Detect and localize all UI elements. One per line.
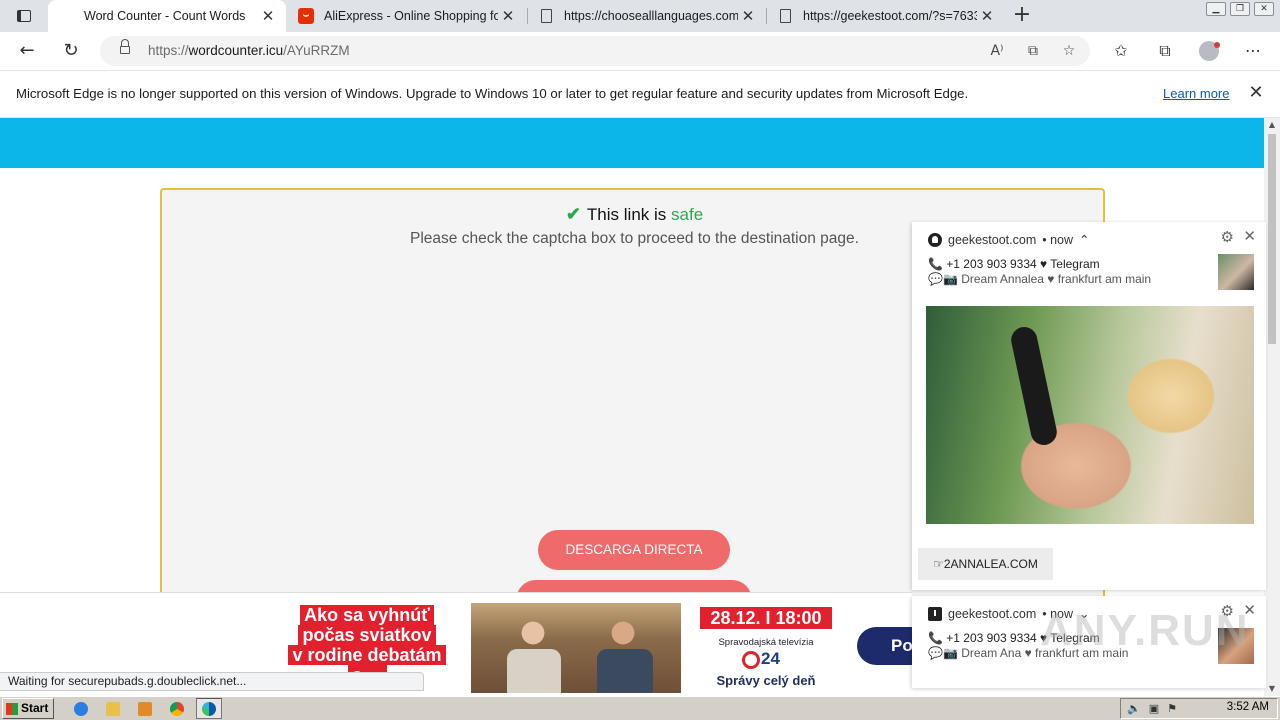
lock-icon[interactable] bbox=[120, 39, 130, 56]
infobar-message: Microsoft Edge is no longer supported on… bbox=[16, 86, 969, 101]
notification-thumbnail bbox=[1218, 254, 1254, 290]
notification-image[interactable] bbox=[926, 306, 1254, 524]
tab-close-icon[interactable]: ✕ bbox=[258, 7, 278, 25]
tab-word-counter[interactable]: Word Counter - Count Words ✕ bbox=[48, 0, 286, 32]
close-infobar-icon[interactable]: ✕ bbox=[1244, 81, 1268, 105]
favorites-icon[interactable]: ✩ bbox=[1106, 36, 1136, 66]
ad-photo[interactable] bbox=[471, 603, 681, 693]
tab-actions-menu-icon[interactable] bbox=[10, 6, 38, 26]
notification-body: 💬📷 Dream Annalea ♥ frankfurt am main bbox=[928, 272, 1152, 286]
refresh-button[interactable]: ↻ bbox=[56, 36, 86, 66]
app-available-icon[interactable]: ⧉ bbox=[1022, 40, 1044, 62]
aliexpress-icon: ⌣ bbox=[298, 8, 314, 24]
status-bar: Waiting for securepubads.g.doubleclick.n… bbox=[0, 672, 424, 691]
edge-icon[interactable] bbox=[196, 698, 222, 719]
notification-site: geekestoot.com bbox=[948, 606, 1037, 621]
avatar bbox=[1199, 41, 1220, 61]
system-tray: 🔈 ▣ ⚑ 3:52 AM bbox=[1120, 698, 1278, 719]
scroll-up-icon[interactable]: ▲ bbox=[1264, 118, 1280, 132]
speaker-icon[interactable]: 🔈 bbox=[1127, 702, 1141, 715]
ad-slogan: Správy celý deň bbox=[716, 673, 816, 688]
flag-icon[interactable]: ⚑ bbox=[1167, 702, 1177, 715]
window-controls: ▁ ❐ ✕ bbox=[1206, 2, 1274, 16]
ad-date: 28.12. I 18:00 bbox=[700, 607, 832, 629]
notification-title: 📞 +1 203 903 9334 ♥ Telegram bbox=[928, 257, 1100, 271]
tab-choosealllanguages[interactable]: https://choosealllanguages.com/ ✕ bbox=[528, 0, 766, 32]
ad-tv-label: Spravodajská televízia bbox=[718, 637, 814, 648]
unsupported-os-infobar: Microsoft Edge is no longer supported on… bbox=[0, 70, 1280, 118]
taskbar: Start 🔈 ▣ ⚑ 3:52 AM bbox=[0, 696, 1280, 720]
notification-site: geekestoot.com bbox=[948, 232, 1037, 247]
new-tab-button[interactable]: + bbox=[1010, 4, 1034, 28]
settings-more-icon[interactable]: ⋯ bbox=[1238, 36, 1268, 66]
restore-icon[interactable]: ❐ bbox=[1230, 2, 1250, 16]
profile-button[interactable] bbox=[1194, 36, 1224, 66]
gear-icon[interactable]: ⚙ bbox=[1221, 228, 1234, 246]
bell-icon bbox=[928, 232, 942, 247]
tab-title: Word Counter - Count Words bbox=[84, 9, 246, 23]
site-header bbox=[0, 118, 1264, 168]
add-favorite-icon[interactable]: ☆ bbox=[1058, 40, 1080, 62]
tab-title: https://choosealllanguages.com/ bbox=[564, 9, 738, 23]
network-icon[interactable]: ▣ bbox=[1149, 702, 1159, 715]
tab-aliexpress[interactable]: ⌣ AliExpress - Online Shopping for ✕ bbox=[288, 0, 526, 32]
read-aloud-icon[interactable]: A⁾ bbox=[986, 40, 1008, 62]
url-text[interactable]: https://wordcounter.icu/AYuRRZM bbox=[148, 43, 350, 58]
direct-download-button[interactable]: DESCARGA DIRECTA bbox=[538, 530, 730, 570]
tab-strip: Word Counter - Count Words ✕ ⌣ AliExpres… bbox=[0, 0, 1280, 32]
close-icon[interactable]: ✕ bbox=[1243, 227, 1256, 245]
page-icon bbox=[777, 8, 793, 24]
tab-geekestoot[interactable]: https://geekestoot.com/?s=7633 ✕ bbox=[767, 0, 1005, 32]
tab-title: AliExpress - Online Shopping for bbox=[324, 9, 498, 23]
ie-icon[interactable] bbox=[68, 698, 94, 719]
caret-up-icon[interactable]: ⌃ bbox=[1079, 232, 1089, 247]
clock[interactable]: 3:52 AM bbox=[1227, 701, 1269, 713]
collections-icon[interactable]: ⧉ bbox=[1150, 36, 1180, 66]
tab-title: https://geekestoot.com/?s=7633 bbox=[803, 9, 977, 23]
start-button[interactable]: Start bbox=[2, 698, 54, 719]
push-notification[interactable]: geekestoot.com • now ⌃ ⚙ ✕ 📞 +1 203 903 … bbox=[912, 222, 1266, 590]
scroll-thumb[interactable] bbox=[1268, 134, 1276, 344]
notification-action-button[interactable]: ☞2ANNALEA.COM bbox=[918, 548, 1053, 580]
back-button[interactable]: ← bbox=[12, 36, 42, 66]
media-player-icon[interactable] bbox=[132, 698, 158, 719]
address-bar[interactable]: https://wordcounter.icu/AYuRRZM A⁾ ⧉ ☆ bbox=[100, 36, 1090, 66]
tab-close-icon[interactable]: ✕ bbox=[977, 7, 997, 25]
page-scrollbar[interactable]: ▲ ▼ bbox=[1264, 118, 1280, 696]
folder-icon[interactable] bbox=[100, 698, 126, 719]
alert-icon bbox=[928, 606, 942, 621]
tab-close-icon[interactable]: ✕ bbox=[738, 7, 758, 25]
learn-more-link[interactable]: Learn more bbox=[1163, 86, 1229, 101]
scroll-down-icon[interactable]: ▼ bbox=[1264, 682, 1280, 696]
chrome-icon[interactable] bbox=[164, 698, 190, 719]
notification-time: • now bbox=[1042, 232, 1074, 247]
tab-close-icon[interactable]: ✕ bbox=[498, 7, 518, 25]
watermark: ANY.RUN bbox=[1040, 606, 1250, 655]
close-window-icon[interactable]: ✕ bbox=[1254, 2, 1274, 16]
check-icon: ✔ bbox=[565, 204, 581, 224]
page-icon bbox=[538, 8, 554, 24]
browser-toolbar: ← ↻ https://wordcounter.icu/AYuRRZM A⁾ ⧉… bbox=[0, 32, 1280, 70]
ad-logo: 24 bbox=[742, 649, 792, 669]
minimize-icon[interactable]: ▁ bbox=[1206, 2, 1226, 16]
